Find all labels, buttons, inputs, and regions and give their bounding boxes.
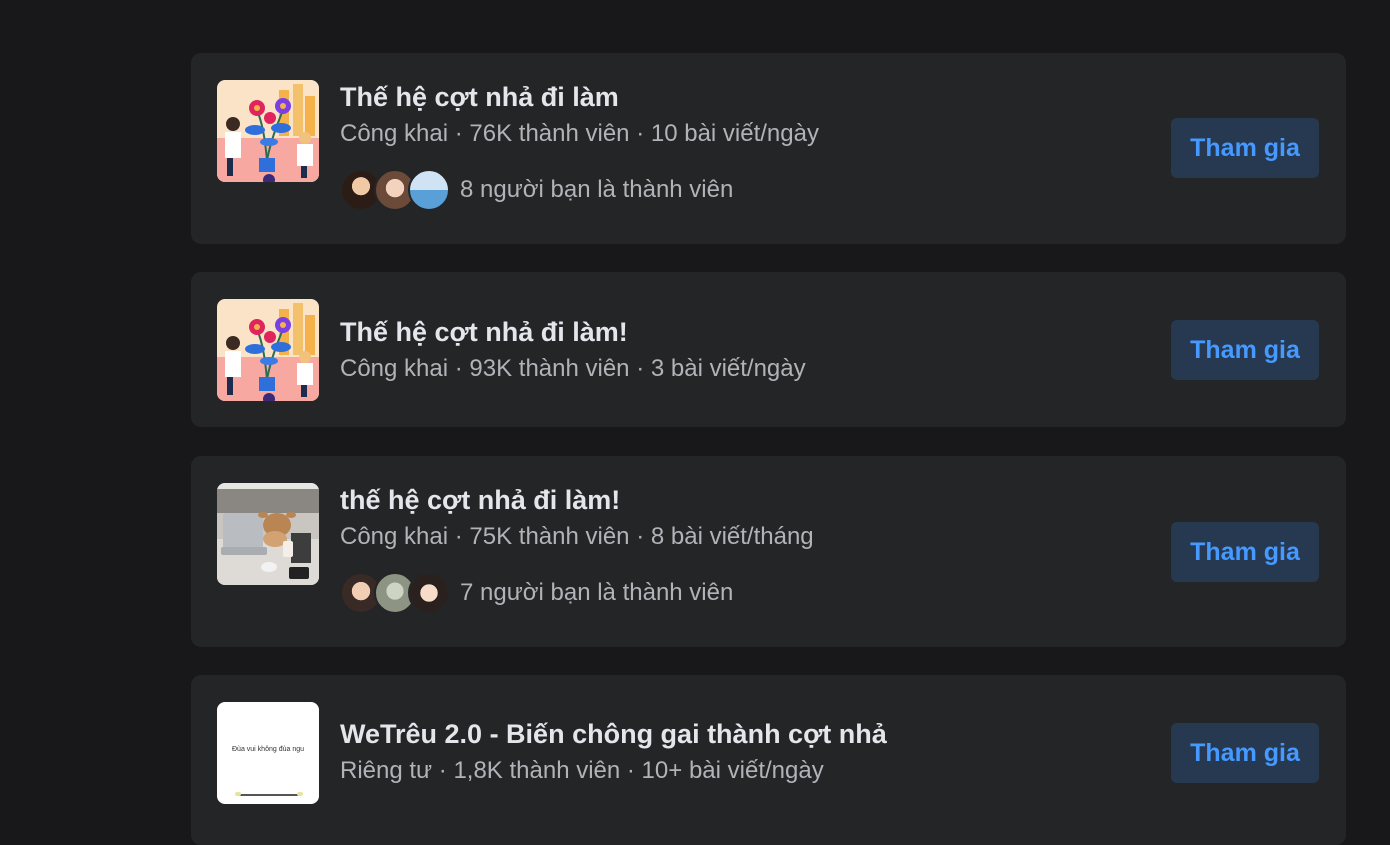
friend-avatars	[340, 169, 450, 211]
thumbnail-caption: Đùa vui không đùa ngu	[232, 746, 304, 753]
friend-avatars	[340, 572, 450, 614]
group-thumbnail[interactable]	[217, 299, 319, 401]
group-name[interactable]: Thế hệ cợt nhả đi làm	[340, 82, 619, 113]
avatar	[408, 572, 450, 614]
group-name[interactable]: WeTrêu 2.0 - Biến chông gai thành cợt nh…	[340, 719, 887, 750]
friends-count-text: 8 người bạn là thành viên	[460, 176, 734, 203]
group-card[interactable]: thế hệ cợt nhả đi làm! Công khai · 75K t…	[191, 456, 1346, 647]
flowers-illustration-icon	[217, 80, 319, 182]
avatar	[408, 169, 450, 211]
flowers-illustration-icon	[217, 299, 319, 401]
join-group-button[interactable]: Tham gia	[1171, 118, 1319, 178]
friends-summary: 7 người bạn là thành viên	[340, 572, 733, 614]
dot	[297, 792, 303, 796]
friends-count-text: 7 người bạn là thành viên	[460, 579, 734, 606]
dot	[235, 792, 241, 796]
join-group-button[interactable]: Tham gia	[1171, 522, 1319, 582]
group-meta: Công khai · 75K thành viên · 8 bài viết/…	[340, 523, 814, 550]
join-group-button[interactable]: Tham gia	[1171, 320, 1319, 380]
group-thumbnail[interactable]: Đùa vui không đùa ngu	[217, 702, 319, 804]
group-thumbnail[interactable]	[217, 80, 319, 182]
group-name[interactable]: Thế hệ cợt nhả đi làm!	[340, 317, 628, 348]
group-card[interactable]: Đùa vui không đùa ngu WeTrêu 2.0 - Biến …	[191, 675, 1346, 845]
group-card[interactable]: Thế hệ cợt nhả đi làm Công khai · 76K th…	[191, 53, 1346, 244]
group-name[interactable]: thế hệ cợt nhả đi làm!	[340, 485, 620, 516]
join-group-button[interactable]: Tham gia	[1171, 723, 1319, 783]
friends-summary: 8 người bạn là thành viên	[340, 169, 733, 211]
cow-photo-icon	[217, 483, 319, 585]
group-card[interactable]: Thế hệ cợt nhả đi làm! Công khai · 93K t…	[191, 272, 1346, 427]
group-meta: Riêng tư · 1,8K thành viên · 10+ bài viế…	[340, 757, 824, 784]
home-indicator	[237, 794, 299, 796]
group-meta: Công khai · 93K thành viên · 3 bài viết/…	[340, 355, 806, 382]
group-thumbnail[interactable]	[217, 483, 319, 585]
group-meta: Công khai · 76K thành viên · 10 bài viết…	[340, 120, 819, 147]
